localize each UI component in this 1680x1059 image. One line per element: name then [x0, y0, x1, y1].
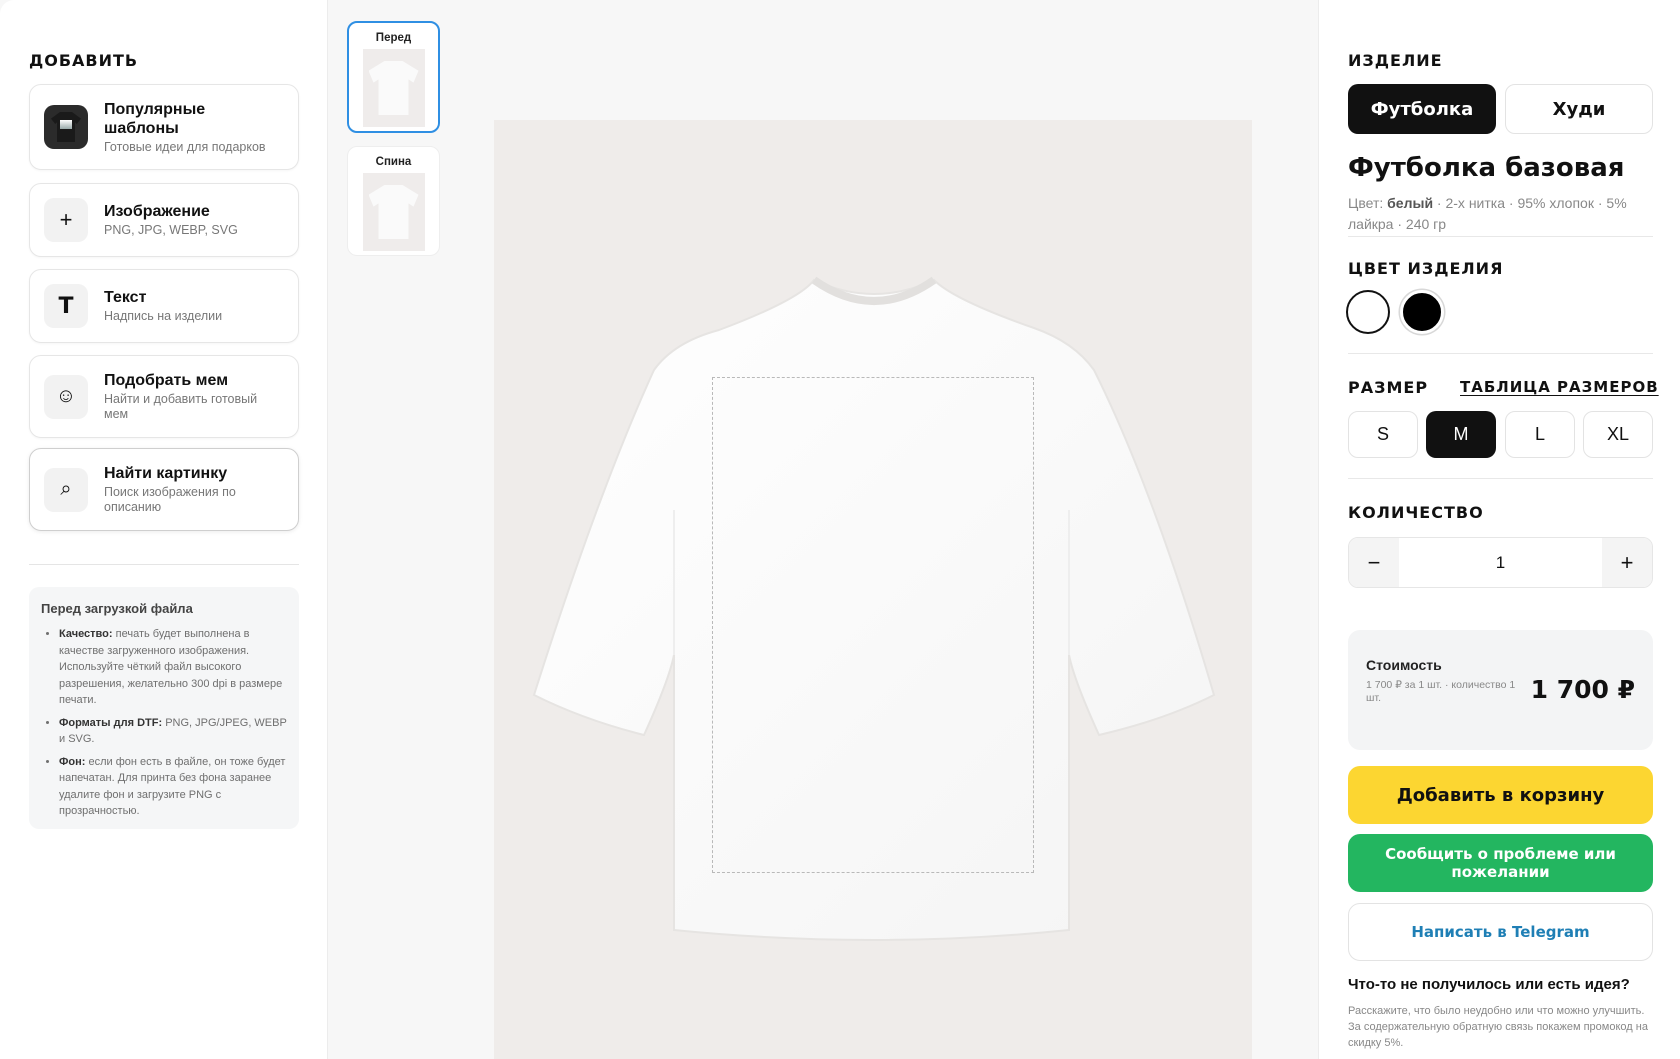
plus-icon: +	[44, 198, 88, 242]
divider	[1348, 236, 1653, 237]
card-title: Найти картинку	[104, 465, 228, 482]
add-to-cart-button[interactable]: Добавить в корзину	[1348, 766, 1653, 824]
find-picture-card[interactable]: ⌕ Найти картинку Поиск изображения по оп…	[29, 448, 299, 531]
print-area[interactable]	[712, 377, 1034, 873]
report-problem-button[interactable]: Сообщить о проблеме или пожелании	[1348, 834, 1653, 892]
add-image-card[interactable]: + Изображение PNG, JPG, WEBP, SVG	[29, 183, 299, 257]
quantity-stepper: − 1 +	[1348, 537, 1653, 588]
card-subtitle: Найти и добавить готовый мем	[104, 392, 258, 421]
info-item: Качество: печать будет выполнена в качес…	[59, 626, 287, 709]
search-icon: ⌕	[44, 467, 88, 512]
quantity-decrease-button[interactable]: −	[1349, 538, 1399, 587]
size-section-title: РАЗМЕР	[1348, 378, 1429, 397]
info-list: Качество: печать будет выполнена в качес…	[41, 626, 287, 820]
back-shirt-thumbnail	[362, 173, 425, 251]
color-value: белый	[1387, 195, 1434, 211]
hoodie-type-button[interactable]: Худи	[1505, 84, 1653, 134]
color-label: Цвет:	[1348, 195, 1384, 211]
add-section-title: ДОБАВИТЬ	[29, 51, 139, 70]
smiley-icon: ☺	[44, 374, 88, 419]
shirt-template-thumbnail	[44, 105, 88, 149]
feedback-text: Расскажите, что было неудобно или что мо…	[1348, 1005, 1648, 1049]
popular-templates-card[interactable]: Популярные шаблоны Готовые идеи для пода…	[29, 84, 299, 170]
view-label: Спина	[375, 156, 412, 168]
info-item: Форматы для DTF: PNG, JPG/JPEG, WEBP и S…	[59, 715, 287, 748]
product-description: Цвет: белый · 2-х нитка · 95% хлопок · 5…	[1348, 193, 1653, 235]
card-subtitle: Готовые идеи для подарков	[104, 139, 266, 154]
card-title: Текст	[104, 289, 147, 306]
price-box: Стоимость 1 700 ₽ за 1 шт. · количество …	[1348, 630, 1653, 750]
quantity-increase-button[interactable]: +	[1602, 538, 1652, 587]
divider	[29, 564, 299, 565]
info-item-text: если фон есть в файле, он тоже будет нап…	[59, 755, 286, 818]
telegram-button[interactable]: Написать в Telegram	[1348, 903, 1653, 961]
product-section-title: ИЗДЕЛИЕ	[1348, 51, 1443, 70]
feedback-title: Что-то не получилось или есть идея?	[1348, 976, 1630, 993]
card-subtitle: Надпись на изделии	[104, 309, 223, 323]
product-title: Футболка базовая	[1348, 153, 1625, 183]
size-s-button[interactable]: S	[1348, 411, 1418, 458]
info-item-label: Качество:	[59, 628, 113, 640]
design-canvas[interactable]	[494, 120, 1252, 1059]
quantity-value[interactable]: 1	[1399, 538, 1602, 587]
price-label: Стоимость	[1366, 657, 1442, 673]
color-swatch-white[interactable]	[1346, 290, 1390, 334]
size-m-button[interactable]: M	[1426, 411, 1496, 458]
view-label: Перед	[375, 32, 412, 44]
tshirt-type-button[interactable]: Футболка	[1348, 84, 1496, 134]
card-subtitle: Поиск изображения по описанию	[104, 485, 236, 514]
add-text-card[interactable]: T Текст Надпись на изделии	[29, 269, 299, 343]
upload-info-box: Перед загрузкой файла Качество: печать б…	[29, 587, 299, 829]
info-item-label: Форматы для DTF:	[59, 716, 163, 729]
price-total: 1 700 ₽	[1530, 675, 1635, 704]
view-back-thumb[interactable]: Спина	[347, 146, 440, 256]
info-title: Перед загрузкой файла	[41, 601, 193, 616]
front-shirt-thumbnail	[362, 49, 425, 127]
divider	[1348, 353, 1653, 354]
card-title: Изображение	[104, 203, 210, 220]
info-item-label: Фон:	[59, 755, 86, 768]
color-section-title: ЦВЕТ ИЗДЕЛИЯ	[1348, 259, 1504, 278]
quantity-section-title: КОЛИЧЕСТВО	[1348, 503, 1484, 522]
add-panel: ДОБАВИТЬ Популярные шаблоны Готовые идеи…	[0, 0, 328, 1059]
card-subtitle: PNG, JPG, WEBP, SVG	[104, 223, 238, 237]
card-title: Подобрать мем	[104, 372, 229, 389]
size-xl-button[interactable]: XL	[1583, 411, 1653, 458]
color-swatch-black[interactable]	[1400, 290, 1444, 334]
find-meme-card[interactable]: ☺ Подобрать мем Найти и добавить готовый…	[29, 355, 299, 438]
card-title: Популярные шаблоны	[104, 100, 206, 137]
size-l-button[interactable]: L	[1505, 411, 1575, 458]
size-table-link[interactable]: ТАБЛИЦА РАЗМЕРОВ	[1460, 378, 1659, 396]
product-panel: ИЗДЕЛИЕ Футболка Худи Футболка базовая Ц…	[1318, 0, 1680, 1059]
divider	[1348, 478, 1653, 479]
view-front-thumb[interactable]: Перед	[347, 21, 440, 133]
info-item: Фон: если фон есть в файле, он тоже буде…	[59, 754, 287, 820]
price-breakdown: 1 700 ₽ за 1 шт. · количество 1 шт.	[1366, 679, 1516, 704]
text-icon: T	[44, 284, 88, 328]
